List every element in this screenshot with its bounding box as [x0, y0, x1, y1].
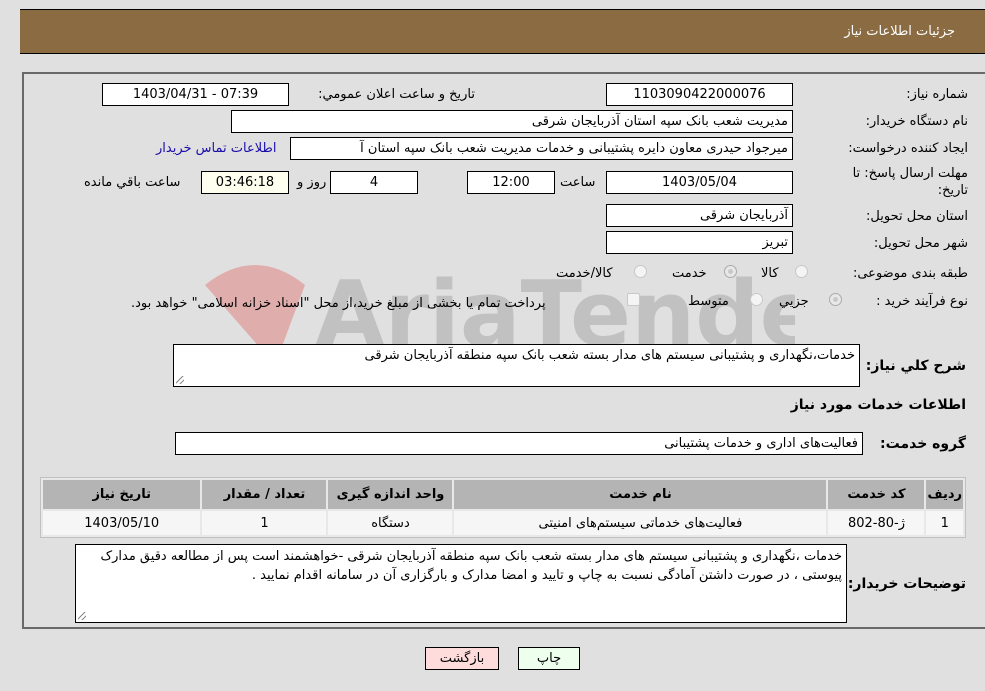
deadline-date-field: 1403/05/04	[606, 171, 793, 194]
deadline-time-label: ساعت	[560, 175, 596, 190]
buyer-org-field: مدیریت شعب بانک سپه استان آذربایجان شرقی	[231, 110, 793, 133]
col-header-service-name: نام خدمت	[454, 480, 827, 509]
purchase-type-label: نوع فرآیند خرید :	[876, 294, 968, 309]
buyer-notes-textarea[interactable]: خدمات ،نگهداری و پشتیبانی سیستم های مدار…	[75, 544, 847, 623]
treasury-note: پرداخت تمام یا بخشی از مبلغ خرید،از محل …	[131, 296, 546, 311]
purchase-minor-radio[interactable]	[829, 293, 842, 306]
page-header: جزئیات اطلاعات نیاز	[20, 9, 985, 54]
buyer-contact-link[interactable]: اطلاعات تماس خریدار	[156, 141, 276, 156]
summary-textarea[interactable]: خدمات،نگهداری و پشتیبانی سیستم های مدار …	[173, 344, 860, 387]
col-header-unit: واحد اندازه گیری	[328, 480, 453, 509]
page-title: جزئیات اطلاعات نیاز	[844, 24, 955, 39]
city-field: تبریز	[606, 231, 793, 254]
remaining-time-label: ساعت باقي مانده	[84, 175, 181, 190]
purchase-medium-radio[interactable]	[750, 293, 763, 306]
resize-handle-icon[interactable]	[78, 612, 86, 620]
category-service-radio[interactable]	[724, 265, 737, 278]
creator-label: ایجاد کننده درخواست:	[848, 141, 968, 156]
cell-need-date: 1403/05/10	[43, 511, 201, 535]
days-label: روز و	[297, 175, 327, 190]
deadline-label-date: تاریخ:	[937, 183, 968, 198]
category-service-label: خدمت	[672, 266, 707, 281]
summary-label: شرح کلي نیاز:	[865, 358, 966, 374]
services-section-title: اطلاعات خدمات مورد نیاز	[790, 397, 966, 413]
print-button[interactable]: چاپ	[518, 647, 580, 670]
purchase-medium-label: متوسط	[688, 294, 729, 309]
province-label: استان محل تحویل:	[866, 209, 968, 224]
service-group-field: فعالیت‌های اداری و خدمات پشتیبانی	[175, 432, 863, 455]
back-button[interactable]: بازگشت	[425, 647, 499, 670]
category-label: طبقه بندی موضوعی:	[852, 266, 968, 281]
announce-date-label: تاریخ و ساعت اعلان عمومي:	[318, 87, 475, 102]
purchase-minor-label: جزيي	[779, 294, 809, 309]
cell-quantity: 1	[202, 511, 327, 535]
category-goods-service-radio[interactable]	[634, 265, 647, 278]
province-field: آذربایجان شرقی	[606, 204, 793, 227]
remaining-time-field: 03:46:18	[201, 171, 289, 194]
cell-service-code: ژ-80-802	[828, 511, 925, 535]
cell-row-number: 1	[926, 511, 963, 535]
service-group-label: گروه خدمت:	[880, 436, 966, 452]
cell-unit: دستگاه	[328, 511, 453, 535]
col-header-need-date: تاریخ نیاز	[43, 480, 201, 509]
announce-date-field: 1403/04/31 - 07:39	[102, 83, 289, 106]
category-goods-label: کالا	[761, 266, 779, 281]
remaining-days-field: 4	[330, 171, 418, 194]
cell-service-name: فعالیت‌های خدماتی سیستم‌های امنیتی	[454, 511, 827, 535]
city-label: شهر محل تحویل:	[873, 236, 968, 251]
summary-text: خدمات،نگهداری و پشتیبانی سیستم های مدار …	[364, 348, 855, 363]
category-goods-service-label: کالا/خدمت	[556, 266, 613, 281]
deadline-time-field: 12:00	[467, 171, 555, 194]
table-header-row: ردیف کد خدمت نام خدمت واحد اندازه گیری ت…	[43, 480, 963, 509]
treasury-checkbox[interactable]	[627, 293, 640, 306]
col-header-service-code: کد خدمت	[828, 480, 925, 509]
col-header-row-number: ردیف	[926, 480, 963, 509]
col-header-quantity: تعداد / مقدار	[202, 480, 327, 509]
services-table: ردیف کد خدمت نام خدمت واحد اندازه گیری ت…	[40, 477, 966, 538]
category-goods-radio[interactable]	[795, 265, 808, 278]
creator-field: میرجواد حیدری معاون دایره پشتیبانی و خدم…	[290, 137, 793, 160]
buyer-notes-label: توضیحات خریدار:	[847, 576, 966, 592]
buyer-org-label: نام دستگاه خریدار:	[865, 114, 968, 129]
resize-handle-icon[interactable]	[176, 376, 184, 384]
need-number-label: شماره نیاز:	[906, 87, 968, 102]
buyer-notes-text: خدمات ،نگهداری و پشتیبانی سیستم های مدار…	[100, 549, 842, 583]
deadline-label: مهلت ارسال پاسخ: تا	[852, 166, 968, 181]
need-number-field: 1103090422000076	[606, 83, 793, 106]
table-row: 1 ژ-80-802 فعالیت‌های خدماتی سیستم‌های ا…	[43, 511, 963, 535]
